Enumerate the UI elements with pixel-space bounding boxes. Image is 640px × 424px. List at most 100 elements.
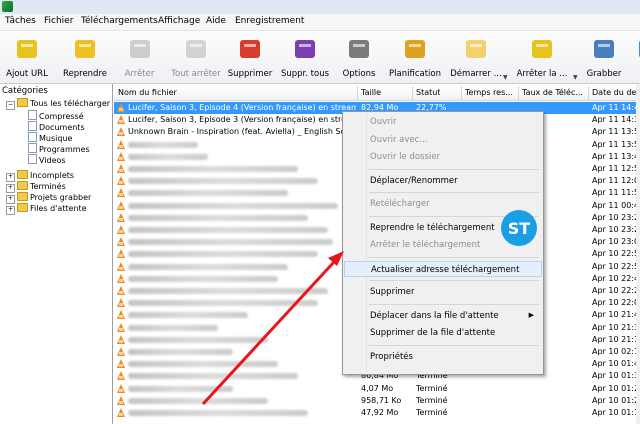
- column-header-1[interactable]: Taille: [361, 88, 381, 97]
- toolbar-button-3: Tout arrêter: [164, 33, 228, 81]
- toolbar-button-10[interactable]: Grabber: [580, 33, 628, 81]
- tree-item-1[interactable]: Documents: [28, 121, 85, 132]
- tree-label: Videos: [39, 156, 66, 165]
- cell-date: Apr 10 02:17: [592, 347, 640, 356]
- toolbar-button-7[interactable]: Planification: [385, 33, 445, 81]
- file-name: Lucifer, Saison 3, Episode 4 (Version fr…: [128, 103, 356, 112]
- cell-status: Terminé: [416, 395, 448, 405]
- context-menu-label: Déplacer/Renommer: [370, 175, 458, 186]
- toolbar-button-8[interactable]: Démarrer ...: [444, 33, 508, 81]
- blurred-file-name: [128, 300, 318, 307]
- toolbar-button-4[interactable]: Supprimer: [225, 33, 275, 81]
- menu-1[interactable]: Fichier: [44, 16, 73, 26]
- context-menu-separator: [369, 168, 539, 170]
- column-separator[interactable]: [518, 86, 519, 100]
- toolbar-button-6[interactable]: Options: [336, 33, 382, 81]
- file-type-icon: [117, 310, 125, 320]
- toolbar-button-5[interactable]: Suppr. tous: [278, 33, 332, 81]
- blurred-file-name: [128, 263, 288, 270]
- context-menu-separator: [369, 303, 539, 305]
- cell-date: Apr 11 12:5: [592, 164, 640, 173]
- file-type-icon: [117, 359, 125, 369]
- stop-icon: [129, 40, 150, 58]
- context-menu-label: Retélécharger: [370, 199, 430, 209]
- column-header-5[interactable]: Date du dern: [592, 88, 640, 97]
- table-row[interactable]: 4,07 Mo Terminé Apr 10 01:29: [114, 383, 640, 395]
- toolbar-button-9[interactable]: Arrêter la ...: [510, 33, 574, 81]
- column-header-3[interactable]: Temps res...: [465, 88, 513, 97]
- options-gear-icon: [349, 40, 369, 58]
- toolbar-label-3: Tout arrêter: [171, 69, 221, 79]
- blurred-file-name: [128, 202, 338, 209]
- toolbar-button-1[interactable]: Reprendre: [56, 33, 114, 81]
- categories-title: Catégories: [2, 86, 48, 96]
- cell-date: Apr 10 22:0: [592, 298, 640, 308]
- tree-label: Compressé: [39, 112, 84, 121]
- context-menu-label: Actualiser adresse téléchargement: [371, 264, 520, 275]
- toolbar-button-11[interactable]: Int: [629, 33, 640, 81]
- column-separator[interactable]: [357, 86, 358, 100]
- toolbar-label-1: Reprendre: [62, 69, 107, 79]
- column-separator[interactable]: [412, 86, 413, 100]
- menu-3[interactable]: Affichage: [158, 16, 200, 26]
- cell-date: Apr 10 01:29: [592, 395, 640, 405]
- blurred-file-name: [128, 410, 308, 416]
- collapse-icon[interactable]: −: [6, 101, 15, 110]
- tree-item-other-2[interactable]: + Projets grabber: [6, 192, 91, 204]
- folder-icon: [17, 170, 28, 179]
- dropdown-arrow-icon[interactable]: ▼: [573, 74, 578, 81]
- column-header-4[interactable]: Taux de Téléc...: [522, 88, 583, 97]
- dropdown-arrow-icon[interactable]: ▼: [503, 74, 508, 81]
- cell-date: Apr 10 01:48: [592, 359, 640, 369]
- cell-date: Apr 10 21:1: [592, 334, 640, 344]
- toolbar-button-0[interactable]: Ajout URL: [0, 33, 54, 81]
- stop-queue-icon: [532, 40, 552, 58]
- expand-icon[interactable]: +: [6, 206, 15, 215]
- context-menu-item-15[interactable]: Déplacer dans la file d'attente ▶: [344, 308, 542, 324]
- tree-item-all[interactable]: − Tous les télécharger: [6, 98, 110, 110]
- context-menu-item-16[interactable]: Supprimer de la file d'attente: [344, 325, 542, 341]
- context-menu-separator: [369, 344, 539, 346]
- menu-5[interactable]: Enregistrement: [235, 16, 304, 26]
- vertical-scrollbar[interactable]: [636, 84, 640, 424]
- tree-item-0[interactable]: Compressé: [28, 110, 84, 121]
- context-menu-item-18[interactable]: Propriétés: [344, 349, 542, 365]
- file-type-icon: [117, 286, 125, 295]
- toolbar-label-4: Supprimer: [227, 69, 273, 79]
- menu-0[interactable]: Tâches: [5, 16, 36, 26]
- watermark-logo: ST: [501, 210, 537, 246]
- menu-2[interactable]: Téléchargements: [81, 16, 158, 26]
- tree-item-2[interactable]: Musique: [28, 132, 72, 143]
- file-type-icon: [117, 127, 125, 137]
- column-header-2[interactable]: Statut: [416, 88, 440, 97]
- context-menu-item-0: Ouvrir: [344, 114, 542, 130]
- context-menu-item-4[interactable]: Déplacer/Renommer: [344, 173, 542, 189]
- table-row[interactable]: 958,71 Ko Terminé Apr 10 01:29: [114, 395, 640, 407]
- tree-item-other-1[interactable]: + Terminés: [6, 181, 66, 193]
- toolbar-label-7: Planification: [389, 69, 441, 79]
- tree-item-4[interactable]: Videos: [28, 154, 66, 165]
- column-separator[interactable]: [588, 86, 589, 100]
- cell-date: Apr 10 01:30: [592, 371, 640, 381]
- tree-item-other-0[interactable]: + Incomplets: [6, 170, 74, 182]
- context-menu-label: Déplacer dans la file d'attente: [370, 310, 499, 321]
- submenu-arrow-icon: ▶: [528, 310, 534, 319]
- cell-size: 4,07 Mo: [361, 383, 394, 393]
- blurred-file-name: [128, 190, 288, 197]
- toolbar-label-6: Options: [342, 69, 376, 79]
- toolbar-label-11: Int: [629, 69, 640, 79]
- tree-item-3[interactable]: Programmes: [28, 143, 90, 154]
- cell-date: Apr 10 22:4: [592, 273, 640, 283]
- category-icon: [28, 143, 37, 153]
- tree-item-other-3[interactable]: + Files d'attente: [6, 203, 87, 215]
- column-separator[interactable]: [461, 86, 462, 100]
- context-menu-item-13[interactable]: Supprimer: [344, 284, 542, 300]
- file-type-icon: [117, 188, 125, 198]
- context-menu-item-1: Ouvrir avec...: [344, 132, 542, 148]
- context-menu-item-11[interactable]: Actualiser adresse téléchargement: [344, 260, 542, 277]
- column-header-0[interactable]: Nom du fichier: [118, 88, 177, 97]
- table-row[interactable]: 47,92 Mo Terminé Apr 10 01:1: [114, 407, 640, 419]
- menu-4[interactable]: Aide: [206, 16, 226, 26]
- file-type-icon: [117, 408, 125, 417]
- cell-status: Terminé: [416, 408, 448, 417]
